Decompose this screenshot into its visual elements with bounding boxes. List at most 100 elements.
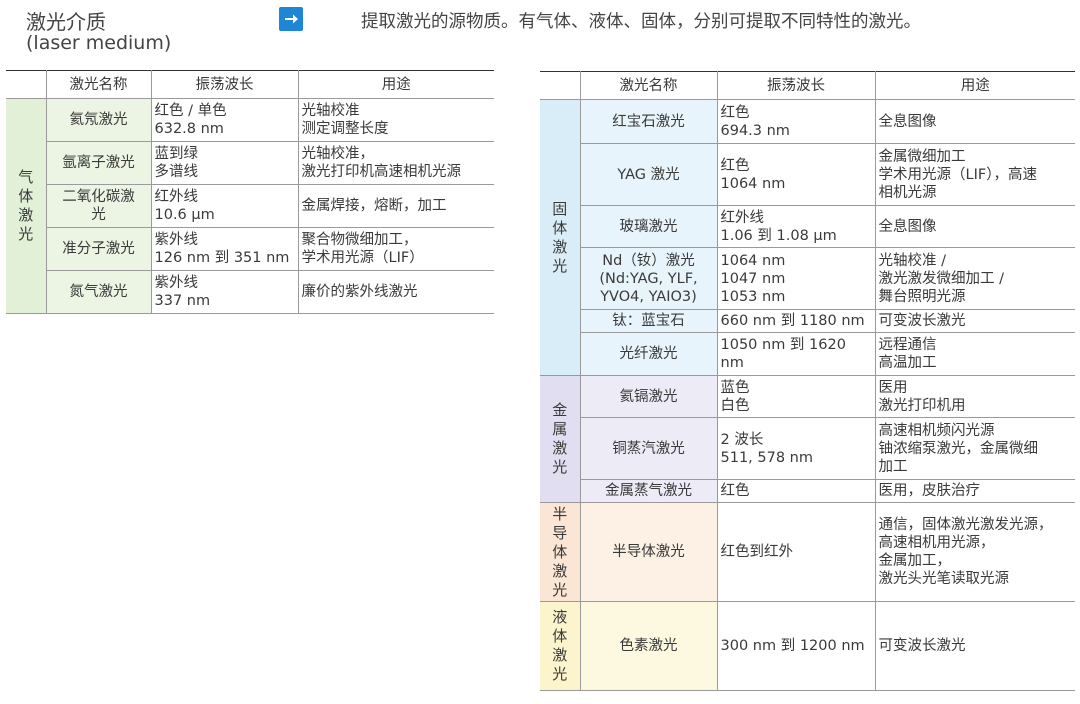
arrow-right-icon [279, 7, 303, 31]
wavelength-cell: 300 nm 到 1200 nm [716, 601, 876, 691]
cell-line: 医用 [878, 379, 908, 396]
laser-name-cell: 氮气激光 [45, 270, 152, 314]
use-cell: 光轴校准， 激光打印机高速相机光源 [297, 141, 494, 185]
gas-laser-table: 激光名称 振荡波长 用途 气体激光氦氖激光 红色 / 单色 632.8 nm 光轴校准… [6, 70, 494, 314]
cell-line: 白色 [720, 397, 750, 414]
wavelength-cell: 紫外线 337 nm [150, 270, 299, 314]
use-cell: 可变波长激光 [874, 601, 1075, 691]
table-row: 二氧化碳激光 红外线 10.6 μm 金属焊接，熔断，加工 [6, 184, 494, 228]
cell-line: 相机光源 [878, 184, 937, 201]
cell-line: 300 nm 到 1200 nm [720, 638, 865, 654]
cell-line: 高温加工 [878, 355, 937, 371]
cell-line: 1053 nm [720, 288, 786, 305]
cell-line: 红色 [720, 104, 750, 121]
category-char: 液 [552, 608, 568, 626]
laser-name-cell: 准分子激光 [45, 227, 152, 271]
wavelength-cell: 1050 nm 到 1620 nm [716, 332, 876, 376]
cell-line: 廉价的紫外线激光 [301, 284, 418, 300]
use-cell: 光轴校准 测定调整长度 [297, 98, 494, 142]
table-row: 光纤激光 1050 nm 到 1620 nm 远程通信高温加工 [540, 332, 1075, 376]
use-cell: 通信，固体激光激发光源， 高速相机用光源， 金属加工， 激光头光笔读取光源 [874, 502, 1075, 602]
cell-line: 1064 nm [720, 252, 786, 269]
use-cell: 金属焊接，熔断，加工 [297, 184, 494, 228]
cell-line: 红色到红外 [720, 544, 794, 560]
col-header-use: 用途 [297, 70, 494, 99]
cell-line: 红宝石激光 [612, 113, 685, 130]
use-cell: 可变波长激光 [874, 309, 1075, 333]
cell-line: 半导体激光 [612, 544, 685, 560]
category-char: 属 [552, 420, 568, 438]
table-row: 钛：蓝宝石 660 nm 到 1180 nm 可变波长激光 [540, 309, 1075, 333]
cell-line: YVO4, YAIO3) [600, 288, 697, 305]
col-header-name: 激光名称 [45, 70, 152, 99]
category-cell: 液体激光 [540, 601, 581, 691]
wavelength-cell: 红色 [716, 479, 876, 503]
laser-name-cell: 氦氖激光 [45, 98, 152, 142]
laser-name-cell: 氦镉激光 [579, 375, 718, 418]
category-char: 激 [18, 206, 34, 224]
wavelength-cell: 红色 / 单色 632.8 nm [150, 98, 299, 142]
category-cell: 金属激光 [540, 375, 581, 503]
laser-name-cell: 二氧化碳激光 [45, 184, 152, 228]
cell-line: 铀浓缩泵激光，金属微细 [878, 440, 1039, 457]
cell-line: 远程通信 [878, 337, 937, 353]
cell-line: 694.3 nm [720, 122, 790, 139]
category-char: 固 [552, 199, 568, 218]
col-header-use: 用途 [874, 71, 1075, 100]
table-row: 液体激光 色素激光 300 nm 到 1200 nm 可变波长激光 [540, 601, 1075, 691]
cell-line: 聚合物微细加工， [301, 232, 418, 248]
table-row: 氩离子激光 蓝到绿 多谱线 光轴校准， 激光打印机高速相机光源 [6, 141, 494, 185]
laser-name-cell: 钛：蓝宝石 [579, 309, 718, 333]
cell-line: 660 nm 到 1180 nm [720, 313, 865, 329]
cell-line: 铜蒸汽激光 [612, 440, 685, 457]
cell-line: 通信，固体激光激发光源， [878, 517, 1053, 533]
cell-line: 蓝色 [720, 379, 750, 396]
cell-line: 金属加工， [878, 553, 952, 569]
cell-line: 1050 nm 到 1620 nm [720, 337, 846, 371]
cell-line: 126 nm 到 351 nm [154, 250, 290, 266]
laser-name-cell: Nd（钕）激光 (Nd:YAG, YLF, YVO4, YAIO3) [579, 247, 718, 310]
cell-line: 红外线 [720, 209, 765, 226]
cell-line: YAG 激光 [617, 166, 680, 183]
table-row: Nd（钕）激光 (Nd:YAG, YLF, YVO4, YAIO3) 1064 nm 1… [540, 247, 1075, 310]
laser-name-cell: 色素激光 [579, 601, 718, 691]
corner-cell [6, 70, 47, 99]
description-text: 提取激光的源物质。有气体、液体、固体，分别可提取不同特性的激光。 [361, 12, 921, 32]
cell-line: 632.8 nm [154, 121, 224, 137]
cell-line: 红外线 [154, 189, 199, 205]
cell-line: 光轴校准， [301, 146, 375, 162]
laser-name-cell: 金属蒸气激光 [579, 479, 718, 503]
category-char: 体 [18, 187, 34, 205]
cell-line: 金属微细加工 [878, 148, 966, 165]
cell-line: 玻璃激光 [619, 218, 678, 235]
table-row: 铜蒸汽激光 2 波长 511, 578 nm 高速相机频闪光源 铀浓缩泵激光，金属微细加… [540, 417, 1075, 480]
use-cell: 医用 激光打印机用 [874, 375, 1075, 418]
cell-line: 多谱线 [154, 164, 199, 180]
cell-line: 加工 [878, 458, 908, 475]
cell-line: 可变波长激光 [878, 638, 966, 654]
cell-line: 紫外线 [154, 232, 199, 248]
category-char: 半 [552, 504, 568, 523]
wavelength-cell: 红外线 1.06 到 1.08 μm [716, 205, 876, 248]
category-cell: 半导体激光 [540, 502, 581, 602]
cell-line: 红色 / 单色 [154, 103, 227, 119]
col-header-wavelength: 振荡波长 [716, 71, 876, 100]
table-row: 氮气激光 紫外线 337 nm 廉价的紫外线激光 [6, 270, 494, 314]
use-cell: 医用，皮肤治疗 [874, 479, 1075, 503]
category-char: 金 [552, 401, 568, 419]
wavelength-cell: 紫外线 126 nm 到 351 nm [150, 227, 299, 271]
cell-line: 337 nm [154, 293, 211, 309]
solid-metal-semi-liquid-laser-table: 激光名称 振荡波长 用途 固体激光红宝石激光 红色 694.3 nm 全息图像 YAG … [540, 71, 1075, 691]
cell-line: 光纤激光 [619, 346, 678, 362]
use-cell: 金属微细加工 学术用光源（LIF），高速 相机光源 [874, 143, 1075, 206]
table-row: 准分子激光 紫外线 126 nm 到 351 nm 聚合物微细加工， 学术用光源（LIF… [6, 227, 494, 271]
cell-line: 蓝到绿 [154, 146, 199, 162]
laser-name-cell: 玻璃激光 [579, 205, 718, 248]
corner-cell [540, 71, 581, 100]
table-row: 金属激光氦镉激光 蓝色 白色 医用 激光打印机用 [540, 375, 1075, 503]
laser-name-cell: 铜蒸汽激光 [579, 417, 718, 480]
cell-line: 钛：蓝宝石 [612, 313, 685, 329]
category-char: 光 [552, 580, 568, 599]
category-char: 光 [18, 225, 34, 243]
use-cell: 全息图像 [874, 205, 1075, 248]
